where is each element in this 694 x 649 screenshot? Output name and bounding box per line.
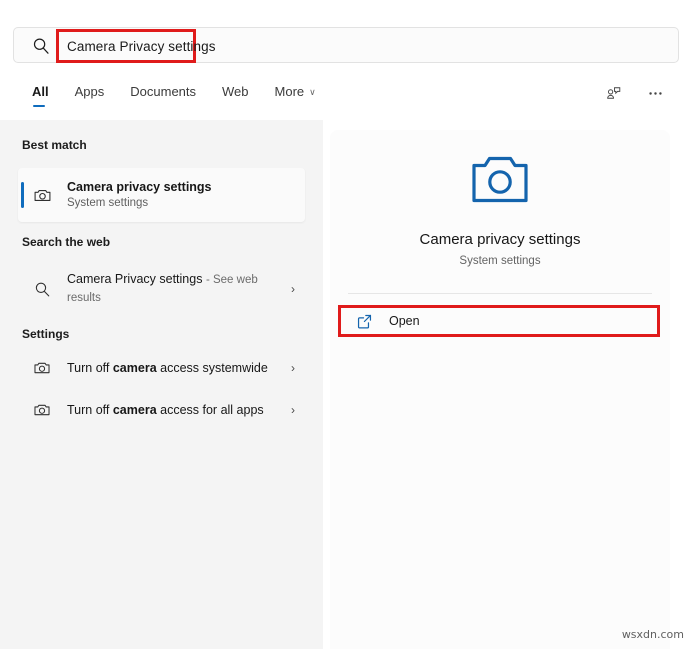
web-result-title: Camera Privacy settings - See web result… bbox=[67, 271, 291, 307]
setting-item-title: Turn off camera access systemwide bbox=[67, 360, 291, 376]
open-button[interactable]: Open bbox=[342, 306, 657, 336]
search-input[interactable]: Camera Privacy settings bbox=[67, 39, 216, 54]
result-item-text: Turn off camera access systemwide bbox=[67, 360, 291, 376]
tab-actions bbox=[600, 80, 668, 106]
camera-icon bbox=[32, 358, 52, 378]
section-header-search-the-web: Search the web bbox=[22, 235, 111, 249]
filter-tabs: All Apps Documents Web More ∨ bbox=[32, 80, 342, 109]
setting-suffix: access systemwide bbox=[156, 361, 268, 375]
tab-apps[interactable]: Apps bbox=[75, 80, 105, 109]
camera-icon bbox=[32, 400, 52, 420]
result-item-text: Camera Privacy settings - See web result… bbox=[67, 271, 291, 307]
result-item-subtitle: System settings bbox=[67, 197, 149, 209]
setting-matched-term: camera bbox=[112, 361, 157, 375]
search-text-highlight-box: Camera Privacy settings bbox=[56, 29, 216, 63]
tab-documents[interactable]: Documents bbox=[130, 80, 196, 109]
open-button-label: Open bbox=[389, 314, 420, 328]
chevron-right-icon: › bbox=[291, 403, 295, 417]
camera-icon bbox=[469, 150, 531, 206]
camera-icon bbox=[32, 185, 52, 205]
tab-web[interactable]: Web bbox=[222, 80, 249, 109]
tab-all-label: All bbox=[32, 84, 49, 99]
tab-more[interactable]: More ∨ bbox=[275, 80, 316, 109]
external-link-icon bbox=[356, 313, 373, 330]
result-item-text: Camera privacy settings System settings bbox=[67, 179, 305, 211]
search-icon bbox=[32, 279, 52, 299]
section-header-settings: Settings bbox=[22, 327, 70, 341]
search-box[interactable]: Camera Privacy settings bbox=[13, 27, 679, 63]
tab-more-label: More bbox=[274, 84, 305, 99]
result-item-title: Camera privacy settings bbox=[67, 180, 212, 194]
preview-divider bbox=[348, 293, 652, 294]
chevron-right-icon: › bbox=[291, 282, 295, 296]
tab-apps-label: Apps bbox=[74, 84, 105, 99]
setting-matched-term: camera bbox=[112, 403, 157, 417]
chevron-right-icon: › bbox=[291, 361, 295, 375]
watermark: wsxdn.com bbox=[621, 628, 684, 641]
setting-prefix: Turn off bbox=[67, 361, 113, 375]
section-header-best-match: Best match bbox=[22, 138, 87, 152]
preview-pane: Camera privacy settings System settings … bbox=[330, 130, 670, 649]
tab-web-label: Web bbox=[222, 84, 249, 99]
result-item-web-search[interactable]: Camera Privacy settings - See web result… bbox=[18, 264, 305, 314]
search-icon bbox=[32, 37, 50, 55]
setting-prefix: Turn off bbox=[67, 403, 113, 417]
tab-all[interactable]: All bbox=[32, 80, 49, 109]
web-result-query: Camera Privacy settings bbox=[67, 272, 203, 286]
feedback-icon[interactable] bbox=[600, 80, 626, 106]
result-item-camera-privacy-settings[interactable]: Camera privacy settings System settings bbox=[18, 168, 305, 222]
setting-suffix: access for all apps bbox=[156, 403, 264, 417]
result-item-turn-off-camera-all-apps[interactable]: Turn off camera access for all apps › bbox=[18, 392, 305, 428]
preview-subtitle: System settings bbox=[459, 255, 541, 267]
result-item-text: Turn off camera access for all apps bbox=[67, 402, 291, 418]
preview-title: Camera privacy settings bbox=[419, 231, 581, 248]
more-options-icon[interactable] bbox=[642, 80, 668, 106]
result-item-turn-off-camera-systemwide[interactable]: Turn off camera access systemwide › bbox=[18, 350, 305, 386]
setting-item-title: Turn off camera access for all apps bbox=[67, 402, 291, 418]
chevron-down-icon: ∨ bbox=[309, 87, 316, 97]
selection-accent-bar bbox=[21, 182, 24, 208]
filter-tabs-row: All Apps Documents Web More ∨ bbox=[0, 80, 694, 120]
tab-documents-label: Documents bbox=[130, 84, 197, 99]
results-panel: Best match Camera privacy settings Syste… bbox=[0, 120, 323, 649]
